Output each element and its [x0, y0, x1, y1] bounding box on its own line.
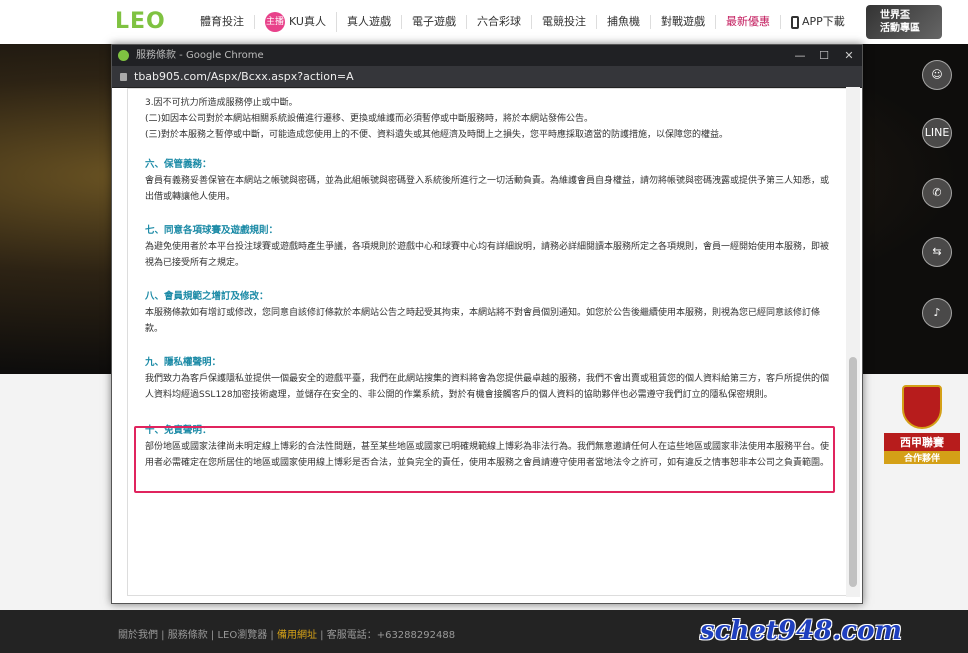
intro-line: 3.因不可抗力所造成服務停止或中斷。	[145, 98, 298, 108]
nav-slots[interactable]: 電子遊戲	[402, 15, 467, 29]
section-body: 我們致力為客戶保護隱私並提供一個最安全的遊戲平臺，我們在此網站搜集的資料將會為您…	[145, 374, 830, 400]
document-scrollbar[interactable]	[846, 87, 860, 597]
nav-app-label: APP下載	[801, 15, 845, 28]
ku-badge-icon: 主播	[265, 12, 285, 32]
back-arrow-icon[interactable]: ⇆	[922, 237, 952, 267]
footer-links: 關於我們 | 服務條款 | LEO瀏覽器 | 備用網址 | 客服電話：+6328…	[118, 630, 456, 641]
sound-icon[interactable]: ♪	[922, 298, 952, 328]
footer-link-terms[interactable]: 服務條款	[168, 630, 208, 641]
section-privacy: 九、隱私權聲明： 我們致力為客戶保護隱私並提供一個最安全的遊戲平臺，我們在此網站…	[145, 355, 830, 403]
nav-pvp-games[interactable]: 對戰遊戲	[651, 15, 716, 29]
favicon-icon	[118, 50, 129, 61]
scrollbar-thumb[interactable]	[849, 357, 857, 587]
laliga-partner-badge[interactable]: 西甲聯賽 合作夥伴	[884, 385, 960, 465]
banner-line2: 活動專區	[880, 23, 920, 34]
world-cup-banner[interactable]: 世界盃 活動專區	[866, 5, 942, 39]
footer-link-browser[interactable]: LEO瀏覽器	[217, 630, 267, 641]
section-body: 為避免使用者於本平台投注球賽或遊戲時產生爭議，各項規則於遊戲中心和球賽中心均有詳…	[145, 242, 830, 268]
url-text: tbab905.com/Aspx/Bcxx.aspx?action=A	[134, 70, 354, 83]
site-logo[interactable]: LEO	[115, 9, 166, 34]
nav-esports[interactable]: 電競投注	[532, 15, 597, 29]
club-crest-icon	[902, 385, 942, 429]
top-nav-bar: LEO 體育投注 主播 KU真人 真人遊戲 電子遊戲 六合彩球 電競投注 捕魚機 …	[0, 0, 968, 44]
nav-lottery[interactable]: 六合彩球	[467, 15, 532, 29]
close-button[interactable]: ✕	[837, 45, 861, 66]
site-watermark: schet948.com	[700, 616, 902, 646]
intro-line: (二)如因本公司對於本網站相關系統設備進行遷移、更換或維護而必須暫停或中斷服務時…	[145, 114, 594, 124]
nav-app-download[interactable]: APP下載	[781, 15, 855, 29]
nav-ku-live-label: KU真人	[289, 15, 326, 28]
nav-sports[interactable]: 體育投注	[190, 15, 255, 29]
section-safekeeping: 六、保管義務： 會員有義務妥善保管在本網站之帳號與密碼，並為此組帳號與密碼登入系…	[145, 157, 830, 205]
section-body: 會員有義務妥善保管在本網站之帳號與密碼，並為此組帳號與密碼登入系統後所進行之一切…	[145, 176, 830, 202]
lock-icon	[120, 73, 127, 81]
nav-ku-live[interactable]: 主播 KU真人	[255, 12, 337, 32]
partner-title: 西甲聯賽	[884, 433, 960, 451]
nav-fishing[interactable]: 捕魚機	[597, 15, 651, 29]
intro-line: (三)對於本服務之暫停或中斷，可能造成您使用上的不便、資料遺失或其他經濟及時間上…	[145, 130, 729, 140]
footer-link-backup-url[interactable]: 備用網址	[277, 630, 317, 641]
minimize-button[interactable]: —	[788, 45, 812, 66]
section-title: 六、保管義務：	[145, 159, 212, 170]
terms-document: 3.因不可抗力所造成服務停止或中斷。 (二)如因本公司對於本網站相關系統設備進行…	[127, 88, 847, 596]
chrome-popup-window: 服務條款 - Google Chrome — ☐ ✕ tbab905.com/A…	[111, 44, 863, 604]
maximize-button[interactable]: ☐	[812, 45, 836, 66]
window-title: 服務條款 - Google Chrome	[136, 50, 264, 61]
section-title: 七、同意各項球賽及遊戲規則：	[145, 225, 279, 236]
section-amendments: 八、會員規範之增訂及修改： 本服務條款如有增訂或修改，您同意自該修訂條款於本網站…	[145, 289, 830, 337]
section-game-rules: 七、同意各項球賽及遊戲規則： 為避免使用者於本平台投注球賽或遊戲時產生爭議，各項…	[145, 223, 830, 271]
footer-phone: 客服電話：+63288292488	[326, 630, 456, 641]
phone-icon	[790, 15, 799, 29]
nav-live-casino[interactable]: 真人遊戲	[337, 15, 402, 29]
line-icon[interactable]: LINE	[922, 118, 952, 148]
nav-promotions[interactable]: 最新優惠	[716, 15, 781, 29]
section-body: 本服務條款如有增訂或修改，您同意自該修訂條款於本網站公告之時起受其拘束，本網站將…	[145, 308, 821, 334]
section-title: 九、隱私權聲明：	[145, 357, 222, 368]
chrome-title-bar[interactable]: 服務條款 - Google Chrome — ☐ ✕	[112, 45, 862, 66]
partner-subtitle: 合作夥伴	[884, 451, 960, 464]
section-title: 八、會員規範之增訂及修改：	[145, 291, 269, 302]
disclaimer-highlight-box	[134, 426, 835, 493]
address-bar[interactable]: tbab905.com/Aspx/Bcxx.aspx?action=A	[112, 66, 862, 88]
banner-line1: 世界盃	[880, 10, 910, 21]
phone-call-icon[interactable]: ✆	[922, 178, 952, 208]
support-avatar-icon[interactable]: ☺	[922, 60, 952, 90]
main-nav: 體育投注 主播 KU真人 真人遊戲 電子遊戲 六合彩球 電競投注 捕魚機 對戰遊戲…	[190, 0, 855, 44]
footer-link-about[interactable]: 關於我們	[118, 630, 158, 641]
terms-content: 3.因不可抗力所造成服務停止或中斷。 (二)如因本公司對於本網站相關系統設備進行…	[128, 89, 846, 595]
